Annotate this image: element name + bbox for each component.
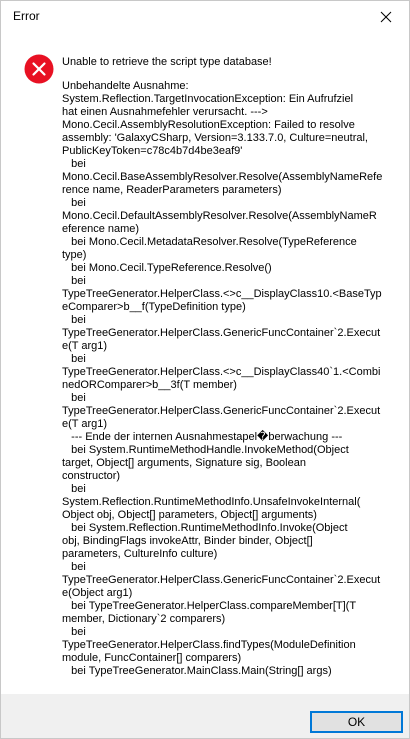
close-button[interactable] xyxy=(363,1,409,32)
message-body: Unbehandelte Ausnahme: System.Reflection… xyxy=(62,80,383,677)
button-bar: OK xyxy=(1,694,409,738)
message-area: Unable to retrieve the script type datab… xyxy=(1,32,409,694)
error-dialog: Error Unable to retrieve the script type… xyxy=(0,0,410,739)
ok-button[interactable]: OK xyxy=(310,711,403,733)
title-bar[interactable]: Error xyxy=(1,1,409,32)
message-headline: Unable to retrieve the script type datab… xyxy=(62,56,272,68)
close-icon xyxy=(380,11,392,22)
error-icon xyxy=(24,54,54,84)
window-title: Error xyxy=(13,9,40,23)
